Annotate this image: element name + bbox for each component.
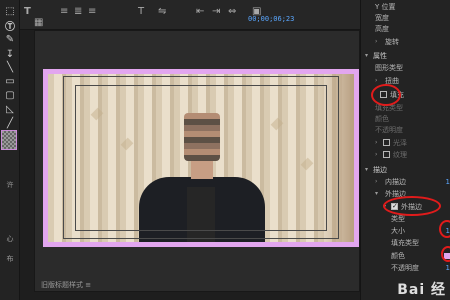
prop-sheen: › 光泽 xyxy=(375,139,407,147)
prop-fill-type: 填充类型 xyxy=(375,104,403,112)
timecode[interactable]: 00;00;06;23 xyxy=(248,15,294,23)
title-toolbar: T ▦ ≡ ≣ ≡ T ⇋ ⇤ ⇥ ⇔ ▣ 00;00;06;23 xyxy=(20,0,360,30)
align-right-icon[interactable]: ≡ xyxy=(88,5,96,17)
title-text-icon[interactable]: T xyxy=(24,5,31,17)
tool-panel: ⬚ Ⓣ ✎ ↧ ╲ ▭ ▢ ◺ ╱ 许 心 布 xyxy=(0,0,20,300)
prop-fill-type-2[interactable]: 填充类型 xyxy=(361,238,450,248)
prop-opacity-2[interactable]: 不透明度 1 xyxy=(361,263,450,273)
text-tool-icon[interactable]: Ⓣ xyxy=(3,18,17,33)
expand-icon: › xyxy=(375,139,378,146)
vertical-text-icon[interactable]: ↧ xyxy=(3,47,17,61)
expand-icon: › xyxy=(375,151,378,158)
pen-tool-icon[interactable]: ✎ xyxy=(3,32,17,46)
line-tool-icon[interactable]: ╲ xyxy=(3,60,17,74)
prop-texture: › 纹理 xyxy=(375,151,407,159)
font-size-icon[interactable]: T xyxy=(138,5,144,17)
selection-tool-icon[interactable]: ⬚ xyxy=(3,4,17,18)
prop-height[interactable]: 高度 xyxy=(361,24,450,34)
bold-icon[interactable]: ▦ xyxy=(34,16,43,28)
prop-distort[interactable]: › 扭曲 xyxy=(361,76,450,86)
prop-color: 颜色 xyxy=(375,115,389,123)
video-frame[interactable] xyxy=(43,69,359,247)
title-properties-panel: Y 位置 宽度 高度 › 旋转 ▾ 属性 图形类型 › 扭曲 填充 填充类型 颜色 不… xyxy=(360,0,450,300)
fill-checkbox[interactable] xyxy=(380,91,387,98)
tool-label-3: 布 xyxy=(6,255,14,263)
outer-stroke-checkbox-row[interactable]: ▾ 外描边 xyxy=(361,201,450,212)
section-stroke[interactable]: ▾ 描边 xyxy=(361,165,450,175)
expand-icon: › xyxy=(375,178,378,185)
watermark-logo: Bai 经 xyxy=(397,282,446,298)
legacy-title-styles-tab[interactable]: 旧版标题样式 ≡ xyxy=(41,280,91,290)
prop-type[interactable]: 类型 xyxy=(361,214,450,224)
tab-stops-icon[interactable]: ⇤ xyxy=(196,5,204,17)
align-center-icon[interactable]: ≣ xyxy=(74,5,82,17)
rounded-rect-icon[interactable]: ▢ xyxy=(3,88,17,102)
prop-rotation[interactable]: › 旋转 xyxy=(361,37,450,47)
arc-tool-icon[interactable]: ╱ xyxy=(3,116,17,130)
align-objects-icon[interactable]: ⇥ xyxy=(212,5,220,17)
collapse-icon: ▾ xyxy=(383,203,387,210)
expand-icon: › xyxy=(375,77,378,84)
prop-outer-stroke[interactable]: ▾ 外描边 xyxy=(361,189,450,199)
section-attributes[interactable]: ▾ 属性 xyxy=(361,51,450,61)
prop-inner-stroke[interactable]: › 内描边 1 xyxy=(361,177,450,187)
prop-size[interactable]: 大小 1 xyxy=(361,226,450,236)
rectangle-tool-icon[interactable]: ▭ xyxy=(3,74,17,88)
stroke-color-swatch xyxy=(444,253,450,259)
prop-color-2[interactable]: 颜色 xyxy=(361,251,450,261)
tool-label-1: 许 xyxy=(6,181,14,189)
style-swatch[interactable] xyxy=(1,130,17,150)
outer-stroke-checkbox[interactable] xyxy=(391,201,398,211)
collapse-icon: ▾ xyxy=(375,190,379,197)
align-left-icon[interactable]: ≡ xyxy=(60,5,68,17)
tool-label-2: 心 xyxy=(6,235,14,243)
kerning-icon[interactable]: ⇋ xyxy=(158,5,166,17)
collapse-icon: ▾ xyxy=(365,166,369,173)
program-monitor: 旧版标题样式 ≡ xyxy=(34,30,360,292)
collapse-icon: ▾ xyxy=(365,52,369,59)
prop-graphic-type[interactable]: 图形类型 xyxy=(361,63,450,73)
distribute-icon[interactable]: ⇔ xyxy=(228,5,236,17)
prop-y-position[interactable]: Y 位置 xyxy=(361,2,450,12)
wedge-tool-icon[interactable]: ◺ xyxy=(3,102,17,116)
expand-icon: › xyxy=(375,38,378,45)
prop-opacity: 不透明度 xyxy=(375,126,403,134)
prop-width[interactable]: 宽度 xyxy=(361,13,450,23)
fill-checkbox-row[interactable]: 填充 xyxy=(361,90,450,100)
title-safe-guide xyxy=(75,85,327,231)
